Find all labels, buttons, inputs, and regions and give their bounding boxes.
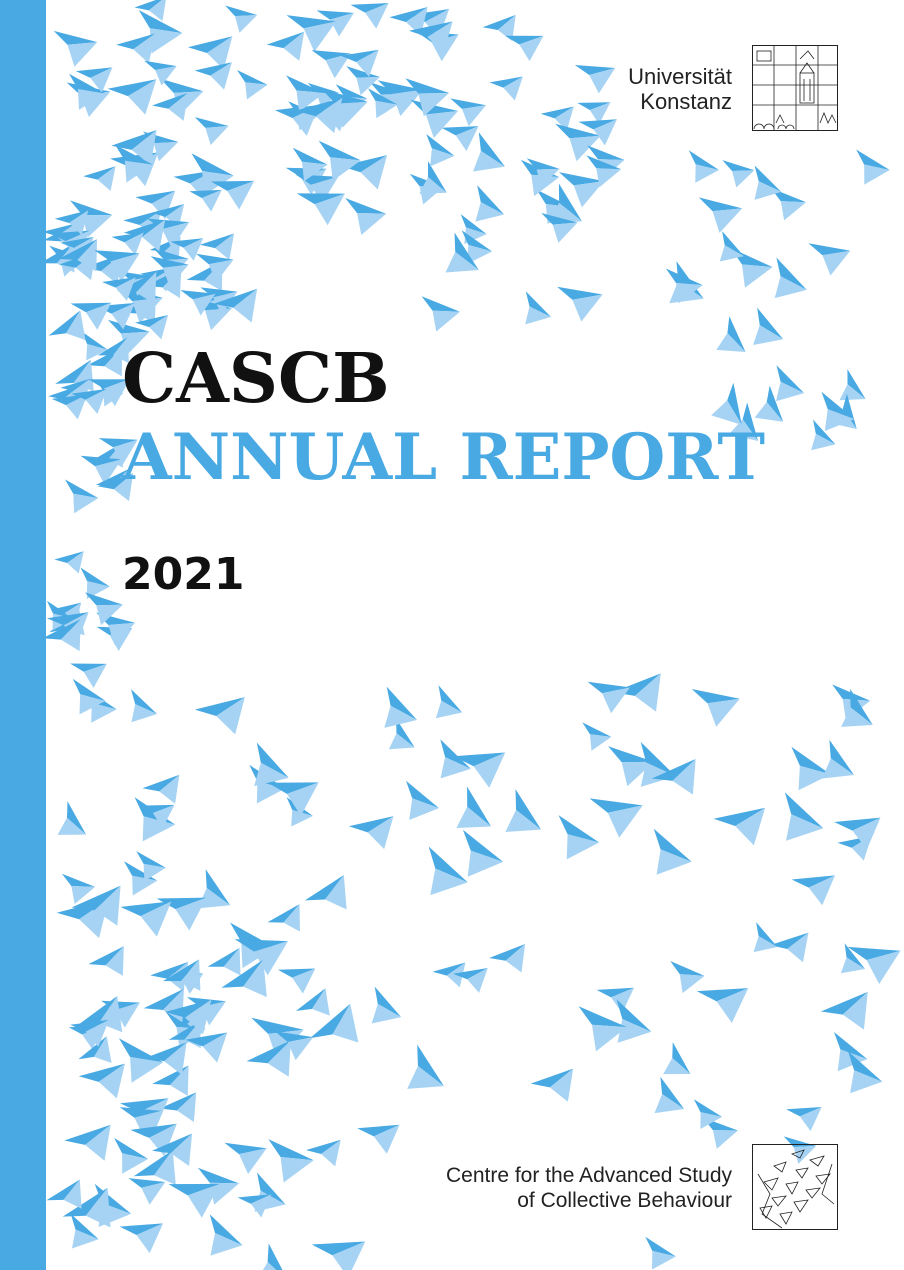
paper-plane-icon (753, 307, 784, 346)
report-subtitle: ANNUAL REPORT (122, 420, 765, 495)
paper-plane-icon (582, 722, 612, 751)
paper-plane-icon (698, 197, 743, 233)
report-cover: Universität Konstanz CASCB ANNUAL REPORT… (0, 0, 904, 1270)
paper-plane-icon (445, 232, 479, 273)
paper-plane-icon (131, 689, 158, 723)
paper-plane-icon (194, 117, 229, 146)
paper-plane-icon (786, 1107, 822, 1132)
paper-plane-flock-illustration (40, 0, 901, 1270)
paper-plane-icon (305, 1139, 341, 1167)
paper-plane-icon (421, 296, 461, 332)
university-logo-icon (752, 45, 838, 131)
paper-plane-icon (134, 797, 176, 842)
university-name: Universität Konstanz (628, 64, 732, 114)
paper-plane-icon (426, 134, 455, 167)
paper-plane-icon (357, 1124, 400, 1154)
paper-plane-icon (268, 1139, 314, 1183)
paper-plane-icon (53, 30, 98, 67)
paper-plane-icon (670, 961, 705, 994)
paper-plane-icon (696, 988, 749, 1023)
centre-name: Centre for the Advanced Study of Collect… (446, 1163, 732, 1213)
paper-plane-icon (345, 198, 387, 236)
paper-plane-icon (407, 1044, 444, 1089)
paper-plane-icon (558, 815, 600, 860)
university-name-line1: Universität (628, 64, 732, 89)
paper-plane-icon (435, 685, 463, 719)
centre-name-line2: of Collective Behaviour (517, 1189, 732, 1212)
paper-plane-icon (194, 697, 245, 735)
paper-plane-icon (841, 688, 873, 727)
paper-plane-icon (791, 875, 836, 906)
paper-plane-icon (489, 76, 523, 101)
paper-plane-icon (820, 991, 868, 1030)
paper-plane-icon (256, 1243, 289, 1270)
paper-plane-icon (267, 904, 300, 932)
paper-plane-icon (574, 65, 616, 94)
paper-plane-icon (348, 816, 394, 850)
report-title: CASCB (122, 339, 390, 419)
paper-plane-icon (213, 288, 258, 323)
paper-plane-icon (419, 161, 447, 194)
paper-plane-icon (406, 780, 439, 820)
paper-plane-icon (371, 986, 402, 1024)
paper-plane-icon (224, 1142, 267, 1174)
paper-plane-icon (557, 286, 603, 322)
paper-plane-icon (456, 786, 492, 828)
paper-plane-icon (83, 166, 116, 191)
paper-plane-icon (653, 828, 692, 875)
paper-plane-icon (209, 1214, 243, 1256)
paper-plane-icon (722, 160, 755, 188)
paper-plane-icon (428, 846, 468, 896)
paper-plane-icon (587, 681, 631, 714)
paper-plane-icon (808, 243, 851, 276)
paper-plane-icon (277, 968, 316, 994)
paper-plane-icon (505, 789, 542, 832)
paper-plane-icon (645, 1236, 676, 1270)
paper-plane-icon (770, 932, 809, 963)
paper-plane-icon (691, 689, 740, 727)
centre-name-line1: Centre for the Advanced Study (445, 1164, 732, 1187)
paper-plane-icon (530, 1068, 574, 1102)
centre-logo-icon (752, 1144, 838, 1230)
paper-plane-icon (350, 3, 389, 29)
paper-plane-icon (489, 943, 526, 973)
paper-plane-icon (589, 798, 643, 838)
paper-plane-icon (388, 718, 415, 750)
paper-plane-icon (311, 50, 352, 79)
paper-plane-icon (304, 874, 347, 910)
university-name-line2: Konstanz (640, 89, 732, 114)
paper-plane-icon (713, 807, 766, 846)
paper-plane-icon (88, 946, 124, 976)
paper-plane-icon (654, 1076, 685, 1114)
paper-plane-icon (120, 901, 172, 937)
paper-plane-icon (57, 801, 87, 835)
paper-plane-icon (663, 1042, 691, 1075)
paper-plane-icon (856, 149, 890, 185)
paper-plane-icon (753, 922, 778, 953)
paper-plane-icon (784, 792, 824, 841)
paper-plane-icon (716, 316, 746, 353)
paper-plane-icon (651, 758, 696, 795)
paper-plane-icon (119, 1223, 164, 1254)
paper-plane-icon (65, 479, 99, 514)
paper-plane-icon (340, 155, 388, 190)
report-year: 2021 (122, 549, 245, 600)
paper-plane-icon (596, 987, 635, 1014)
paper-plane-icon (225, 5, 258, 33)
paper-plane-icon (237, 70, 268, 100)
paper-plane-icon (525, 291, 552, 325)
paper-plane-icon (311, 1241, 366, 1270)
paper-plane-icon (688, 150, 719, 183)
paper-plane-icon (578, 1006, 627, 1052)
